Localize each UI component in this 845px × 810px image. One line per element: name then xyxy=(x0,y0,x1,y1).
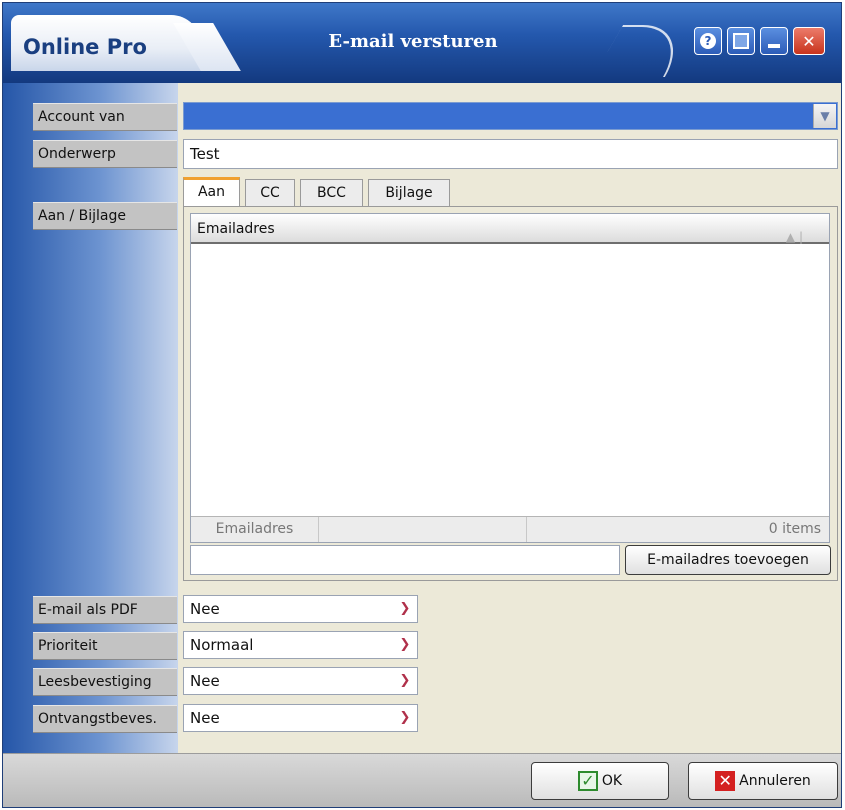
delivery-receipt-select[interactable]: Nee ❯ xyxy=(183,704,418,732)
document-icon xyxy=(733,33,749,49)
footer-column-label: Emailadres xyxy=(191,517,319,542)
read-receipt-select[interactable]: Nee ❯ xyxy=(183,667,418,695)
button-bar: ✓ OK ✕ Annuleren xyxy=(3,753,841,807)
x-icon: ✕ xyxy=(715,771,736,791)
email-dialog: Online Pro E-mail versturen ? ✕ Account … xyxy=(2,2,842,808)
add-email-button[interactable]: E-mailadres toevoegen xyxy=(625,545,831,575)
document-button[interactable] xyxy=(727,27,755,55)
chevron-down-icon[interactable]: ❯ xyxy=(394,633,416,657)
title-bar[interactable]: Online Pro E-mail versturen ? ✕ xyxy=(3,3,841,83)
window-title: E-mail versturen xyxy=(328,31,498,52)
close-button[interactable]: ✕ xyxy=(793,27,825,55)
label-priority: Prioriteit xyxy=(33,632,177,660)
label-account: Account van xyxy=(33,103,177,131)
check-icon: ✓ xyxy=(577,771,598,791)
chevron-down-icon[interactable]: ❯ xyxy=(394,706,416,730)
cancel-button[interactable]: ✕ Annuleren xyxy=(688,762,838,800)
add-email-label: E-mailadres toevoegen xyxy=(647,552,809,568)
column-header-label: Emailadres xyxy=(197,221,275,237)
tab-attachment[interactable]: Bijlage xyxy=(368,179,450,207)
title-decoration xyxy=(592,25,696,77)
label-delivery-receipt: Ontvangstbeves. xyxy=(33,705,177,733)
tab-cc[interactable]: CC xyxy=(245,179,295,207)
label-email-as-pdf: E-mail als PDF xyxy=(33,596,177,624)
grid-footer: Emailadres 0 items xyxy=(191,516,829,542)
email-as-pdf-value: Nee xyxy=(190,600,220,618)
priority-value: Normaal xyxy=(190,636,254,654)
label-subject: Onderwerp xyxy=(33,140,177,168)
delivery-receipt-value: Nee xyxy=(190,709,220,727)
help-icon: ? xyxy=(700,33,716,49)
new-email-input[interactable] xyxy=(190,545,620,575)
sort-up-icon[interactable]: ▲ | xyxy=(786,222,803,252)
subject-input[interactable]: Test xyxy=(183,139,838,169)
minimize-button[interactable] xyxy=(760,27,788,55)
close-icon: ✕ xyxy=(802,31,816,51)
cancel-label: Annuleren xyxy=(739,773,811,789)
tab-bcc[interactable]: BCC xyxy=(300,179,363,207)
label-to-attachment: Aan / Bijlage xyxy=(33,202,177,230)
grid-column-header[interactable]: Emailadres ▲ | xyxy=(191,214,829,244)
chevron-down-icon[interactable]: ▼ xyxy=(813,104,836,128)
account-select[interactable]: ▼ xyxy=(183,102,838,130)
chevron-down-icon[interactable]: ❯ xyxy=(394,597,416,621)
footer-spacer xyxy=(319,517,527,542)
item-count: 0 items xyxy=(768,521,821,537)
ok-label: OK xyxy=(601,773,623,789)
brand-name: Online Pro xyxy=(23,35,147,59)
minimize-icon xyxy=(768,44,780,48)
email-as-pdf-select[interactable]: Nee ❯ xyxy=(183,595,418,623)
tab-aan[interactable]: Aan xyxy=(183,177,240,207)
chevron-down-icon[interactable]: ❯ xyxy=(394,669,416,693)
label-read-receipt: Leesbevestiging xyxy=(33,668,177,696)
read-receipt-value: Nee xyxy=(190,672,220,690)
help-button[interactable]: ? xyxy=(694,27,722,55)
priority-select[interactable]: Normaal ❯ xyxy=(183,631,418,659)
ok-button[interactable]: ✓ OK xyxy=(531,762,669,800)
email-address-grid[interactable]: Emailadres ▲ | Emailadres 0 items xyxy=(190,213,830,543)
